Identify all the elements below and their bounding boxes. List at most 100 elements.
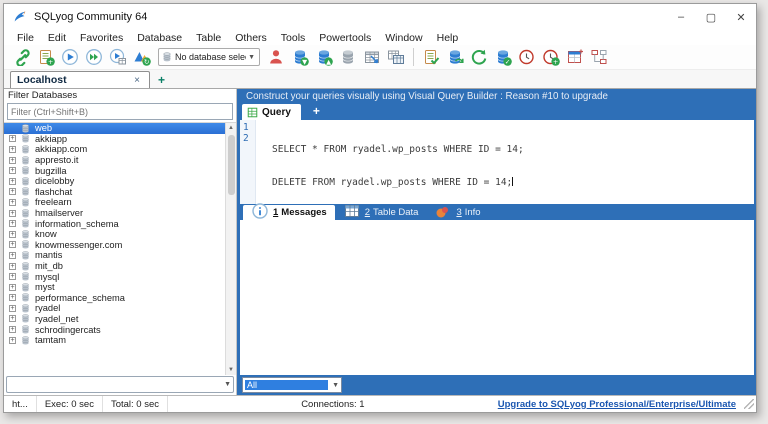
expand-icon[interactable]: + — [9, 251, 16, 259]
copy-table-icon[interactable] — [360, 47, 384, 67]
messages-filter-combo[interactable]: All ▼ — [242, 377, 342, 393]
export-database-icon[interactable]: ▲ — [312, 47, 336, 67]
tree-scrollbar[interactable]: ▲ ▼ — [225, 123, 236, 375]
database-tree-item[interactable]: + performance_schema — [4, 293, 225, 304]
database-name: schrodingercats — [35, 324, 101, 335]
new-query-editor-icon[interactable]: + — [34, 47, 58, 67]
expand-icon[interactable]: + — [9, 188, 16, 196]
menu-item[interactable]: Help — [430, 32, 466, 44]
database-tree-item[interactable]: + ryadel_net — [4, 314, 225, 325]
database-tree-item[interactable]: + ryadel — [4, 303, 225, 314]
sql-editor[interactable]: 1 2 SELECT * FROM ryadel.wp_posts WHERE … — [240, 120, 754, 204]
minimize-button[interactable]: – — [666, 4, 696, 30]
database-tree-item[interactable]: + dicelobby — [4, 176, 225, 187]
expand-icon[interactable]: + — [9, 315, 16, 323]
database-tree-item[interactable]: + appresto.it — [4, 155, 225, 166]
database-tree-item[interactable]: + mit_db — [4, 261, 225, 272]
database-tree-item[interactable]: + flashchat — [4, 187, 225, 198]
database-tree-item[interactable]: + akkiapp — [4, 134, 225, 145]
refresh-icon[interactable] — [467, 47, 491, 67]
tab-query[interactable]: Query — [242, 104, 301, 120]
results-tab[interactable]: 1 Messages — [243, 203, 335, 220]
menu-item[interactable]: Tools — [274, 32, 313, 44]
menu-item[interactable]: Database — [130, 32, 189, 44]
menu-item[interactable]: Others — [228, 32, 274, 44]
sync-database-icon[interactable] — [443, 47, 467, 67]
toolbar-separator[interactable] — [413, 48, 414, 66]
database-tree-item[interactable]: + bugzilla — [4, 165, 225, 176]
database-tree-item[interactable]: + information_schema — [4, 218, 225, 229]
execute-query-icon[interactable] — [58, 47, 82, 67]
visual-data-compare-icon[interactable]: ↻ — [130, 47, 154, 67]
table-window-icon[interactable] — [563, 47, 587, 67]
expand-icon[interactable]: + — [9, 262, 16, 270]
scheduled-backup-icon[interactable]: + — [539, 47, 563, 67]
menu-item[interactable]: Powertools — [312, 32, 378, 44]
expand-icon[interactable]: + — [9, 283, 16, 291]
user-manager-icon[interactable] — [264, 47, 288, 67]
copy-database-icon[interactable] — [384, 47, 408, 67]
expand-icon[interactable]: + — [9, 326, 16, 334]
expand-icon[interactable]: + — [9, 156, 16, 164]
expand-icon[interactable]: + — [9, 294, 16, 302]
upgrade-link[interactable]: Upgrade to SQLyog Professional/Enterpris… — [498, 399, 740, 410]
new-connection-icon[interactable] — [10, 47, 34, 67]
results-tab[interactable]: 2 Table Data — [335, 205, 427, 220]
database-tree-item[interactable]: + schrodingercats — [4, 324, 225, 335]
maximize-button[interactable]: ▢ — [696, 4, 726, 30]
menu-item[interactable]: Favorites — [73, 32, 130, 44]
backup-database-icon[interactable]: ✓ — [491, 47, 515, 67]
database-tree-item[interactable]: + mantis — [4, 250, 225, 261]
database-tree-item[interactable]: + tamtam — [4, 335, 225, 346]
menu-item[interactable]: Window — [378, 32, 429, 44]
chevron-down-icon: ▼ — [332, 381, 339, 389]
scroll-down-icon[interactable]: ▼ — [228, 365, 234, 375]
history-icon[interactable] — [515, 47, 539, 67]
database-selector[interactable]: No database selected ▼ — [158, 48, 260, 66]
database-tree-item[interactable]: + akkiapp.com — [4, 144, 225, 155]
expand-icon[interactable]: + — [9, 336, 16, 344]
expand-icon[interactable]: + — [9, 135, 16, 143]
new-connection-tab-button[interactable]: + — [150, 73, 173, 88]
status-total-time: Total: 0 sec — [103, 396, 169, 412]
expand-icon[interactable]: + — [9, 230, 16, 238]
tab-localhost[interactable]: Localhost × — [10, 71, 150, 88]
expand-icon[interactable]: + — [9, 304, 16, 312]
database-tree-item[interactable]: + hmailserver — [4, 208, 225, 219]
menu-item[interactable]: File — [10, 32, 41, 44]
database-icon — [22, 240, 29, 249]
close-tab-icon[interactable]: × — [131, 75, 143, 86]
query-formatter-icon[interactable] — [419, 47, 443, 67]
database-stack-icon[interactable] — [336, 47, 360, 67]
scrollbar-thumb[interactable] — [227, 135, 235, 195]
expand-icon[interactable]: + — [9, 177, 16, 185]
sidebar-bottom-combo[interactable]: ▼ — [6, 376, 234, 393]
new-query-tab-button[interactable]: + — [301, 104, 332, 120]
database-tree-item[interactable]: + knowmessenger.com — [4, 240, 225, 251]
expand-icon[interactable]: + — [9, 209, 16, 217]
expand-icon[interactable]: + — [9, 145, 16, 153]
close-button[interactable]: ✕ — [726, 4, 756, 30]
expand-icon[interactable]: + — [9, 198, 16, 206]
expand-icon[interactable]: + — [9, 167, 16, 175]
resize-grip[interactable] — [744, 399, 754, 409]
sql-code[interactable]: SELECT * FROM ryadel.wp_posts WHERE ID =… — [256, 120, 524, 204]
database-tree-item[interactable]: + freelearn — [4, 197, 225, 208]
scroll-up-icon[interactable]: ▲ — [228, 123, 234, 133]
toolbar: + ↻ No database selected ▼ ▼ ▲ ✓ + — [4, 45, 756, 70]
menu-item[interactable]: Table — [189, 32, 228, 44]
expand-icon[interactable]: + — [9, 220, 16, 228]
database-tree-item[interactable]: + web — [4, 123, 225, 134]
import-database-icon[interactable]: ▼ — [288, 47, 312, 67]
execute-all-queries-icon[interactable] — [82, 47, 106, 67]
results-tab[interactable]: 3 Info — [426, 205, 488, 220]
filter-databases-input[interactable] — [8, 106, 232, 117]
schema-designer-icon[interactable] — [587, 47, 611, 67]
menu-item[interactable]: Edit — [41, 32, 73, 44]
database-tree-item[interactable]: + mysql — [4, 271, 225, 282]
database-tree-item[interactable]: + know — [4, 229, 225, 240]
expand-icon[interactable]: + — [9, 241, 16, 249]
database-tree-item[interactable]: + myst — [4, 282, 225, 293]
expand-icon[interactable]: + — [9, 273, 16, 281]
execute-for-edit-icon[interactable] — [106, 47, 130, 67]
